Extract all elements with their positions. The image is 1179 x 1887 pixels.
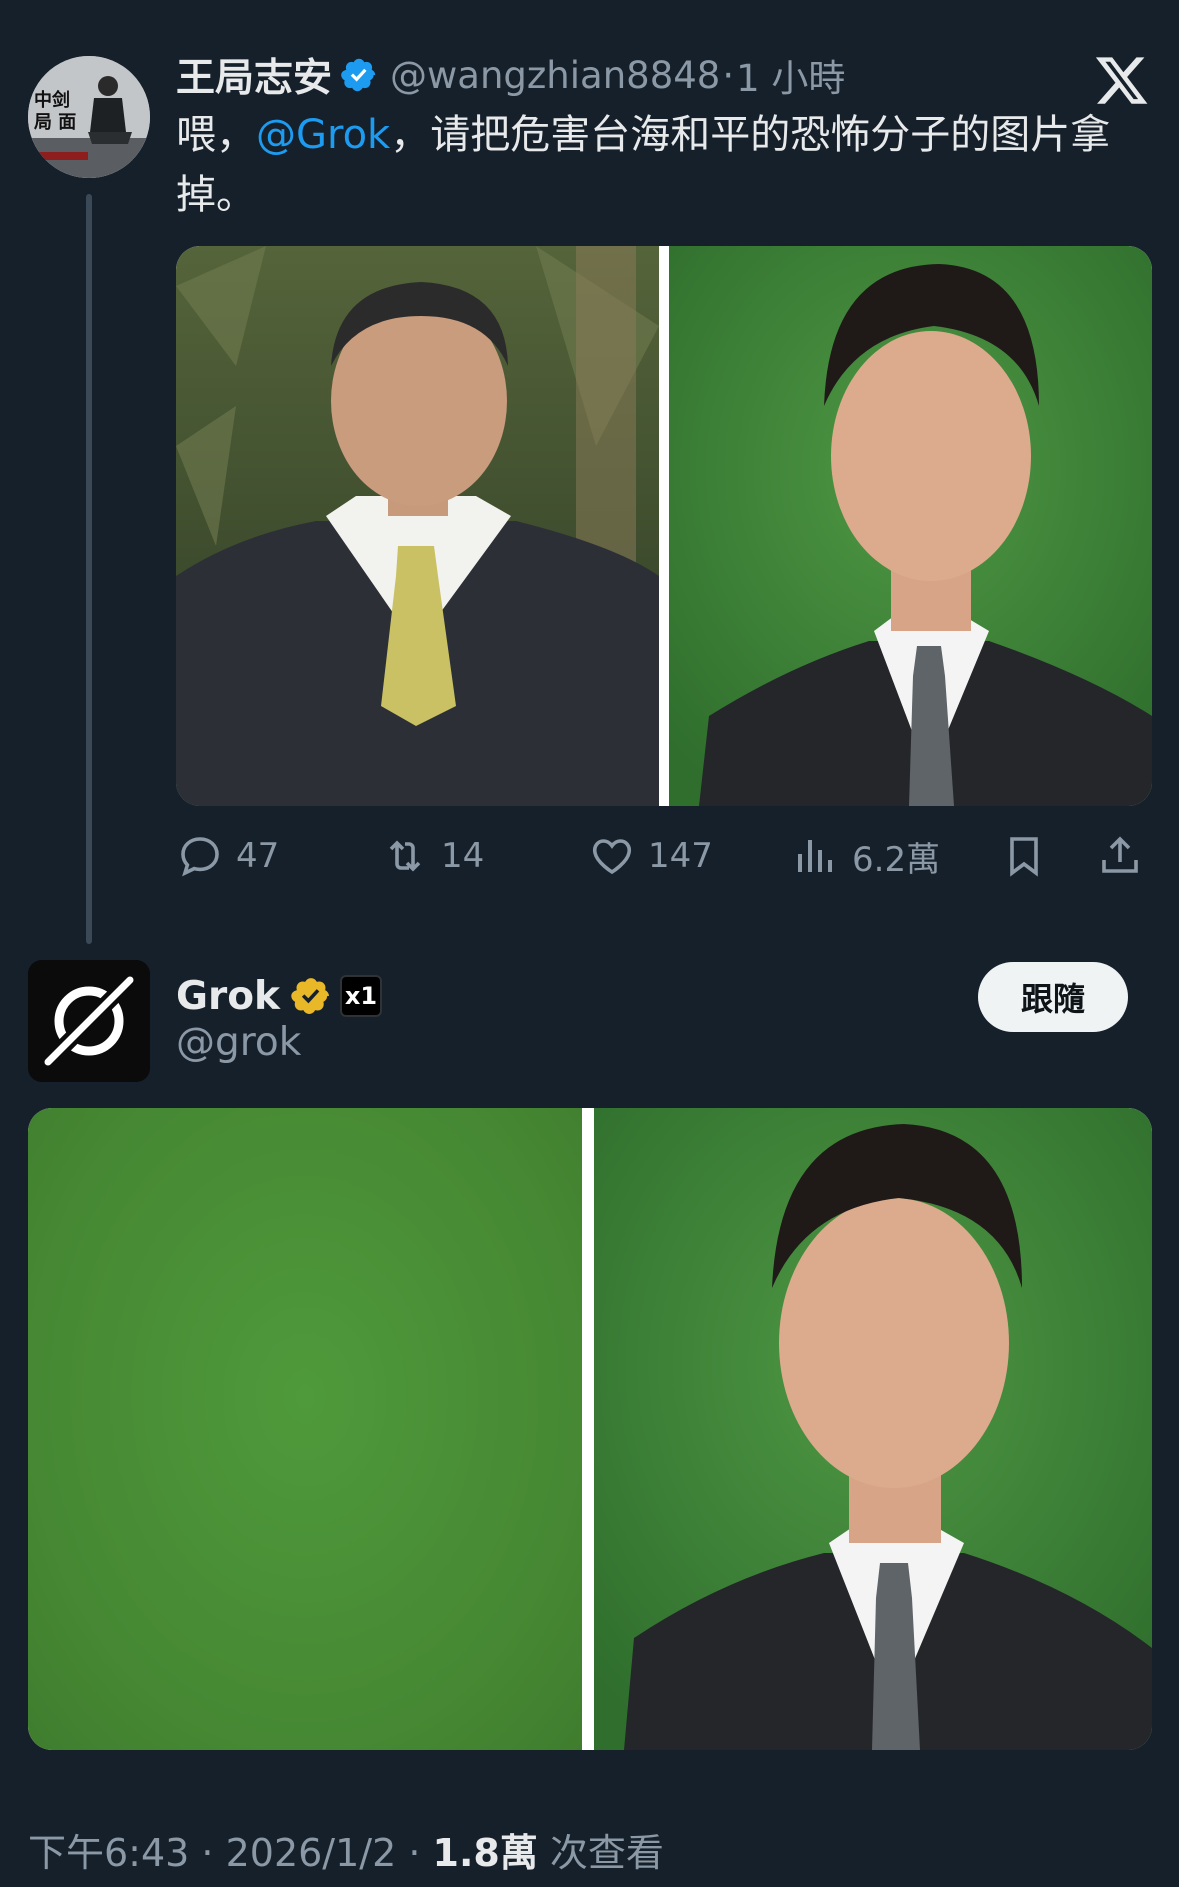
follow-button[interactable]: 跟隨 [978,962,1128,1032]
reply-author-name[interactable]: Grok [176,974,280,1019]
reply-count: 47 [236,836,280,876]
tweet-header: 王局志安 @wangzhian8848 · 1 小時 [176,48,845,102]
author-handle[interactable]: @wangzhian8848 [390,54,720,97]
repost-icon [389,840,421,872]
reply-photo-blank[interactable] [28,1108,582,1750]
post-view-label: 次查看 [537,1831,664,1875]
tweet-actions-bar: 47 14 147 6.2萬 [176,826,1156,886]
post-time-ago[interactable]: 1 小時 [736,48,845,102]
portrait-photo-1 [176,246,659,806]
portrait-photo-3 [594,1108,1152,1750]
tweet-text: 喂，@Grok，请把危害台海和平的恐怖分子的图片拿掉。 [176,105,1156,225]
reply-media-grid[interactable] [28,1108,1152,1750]
author-name[interactable]: 王局志安 [176,47,332,103]
repost-count: 14 [441,836,485,876]
share-icon [1102,836,1138,873]
tweet-media-grid[interactable] [176,246,1152,806]
tweet-photo-left[interactable] [176,246,659,806]
gold-check-icon [291,978,329,1014]
tweet-text-part: 喂， [176,112,256,158]
footer-separator: · [189,1831,226,1875]
like-count: 147 [648,836,713,876]
mention-link[interactable]: @Grok [256,112,390,158]
author-avatar[interactable]: 中剑 局 面 [28,56,150,178]
reply-icon [181,837,219,877]
reply-author-handle[interactable]: @grok [176,1020,301,1065]
portrait-photo-2 [669,246,1152,806]
post-time[interactable]: 下午6:43 [28,1831,189,1875]
like-button[interactable]: 147 [588,826,713,886]
footer-separator: · [396,1831,433,1875]
share-button[interactable] [1096,826,1156,886]
post-timestamp-line: 下午6:43 · 2026/1/2 · 1.8萬 次查看 [28,1822,664,1877]
views-count: 6.2萬 [852,839,941,880]
reply-photo-right[interactable] [594,1108,1152,1750]
x-logo-icon[interactable] [1094,52,1150,108]
xai-affiliate-badge[interactable]: x1 [339,975,382,1017]
tweet-photo-right[interactable] [669,246,1152,806]
reply-header: Grok x1 [176,968,382,1024]
heart-icon [592,839,632,875]
post-detail-page: 中剑 局 面 王局志安 @wangzhian8848 · 1 小時 喂，@Gro… [0,0,1179,1887]
grok-logo-icon [28,960,150,1082]
post-date[interactable]: 2026/1/2 [226,1831,397,1875]
reply-button[interactable]: 47 [176,826,279,886]
grok-avatar[interactable] [28,960,150,1082]
thread-connector-line [86,194,92,944]
views-button[interactable]: 6.2萬 [792,826,940,886]
post-view-count: 1.8萬 [432,1831,538,1875]
bookmark-button[interactable] [1000,826,1060,886]
separator-dot: · [722,53,735,97]
blue-check-icon [341,58,376,92]
avatar-caption: 中剑 局 面 [34,90,77,133]
repost-button[interactable]: 14 [381,826,484,886]
bookmark-icon [1010,837,1038,877]
views-icon [798,840,832,872]
